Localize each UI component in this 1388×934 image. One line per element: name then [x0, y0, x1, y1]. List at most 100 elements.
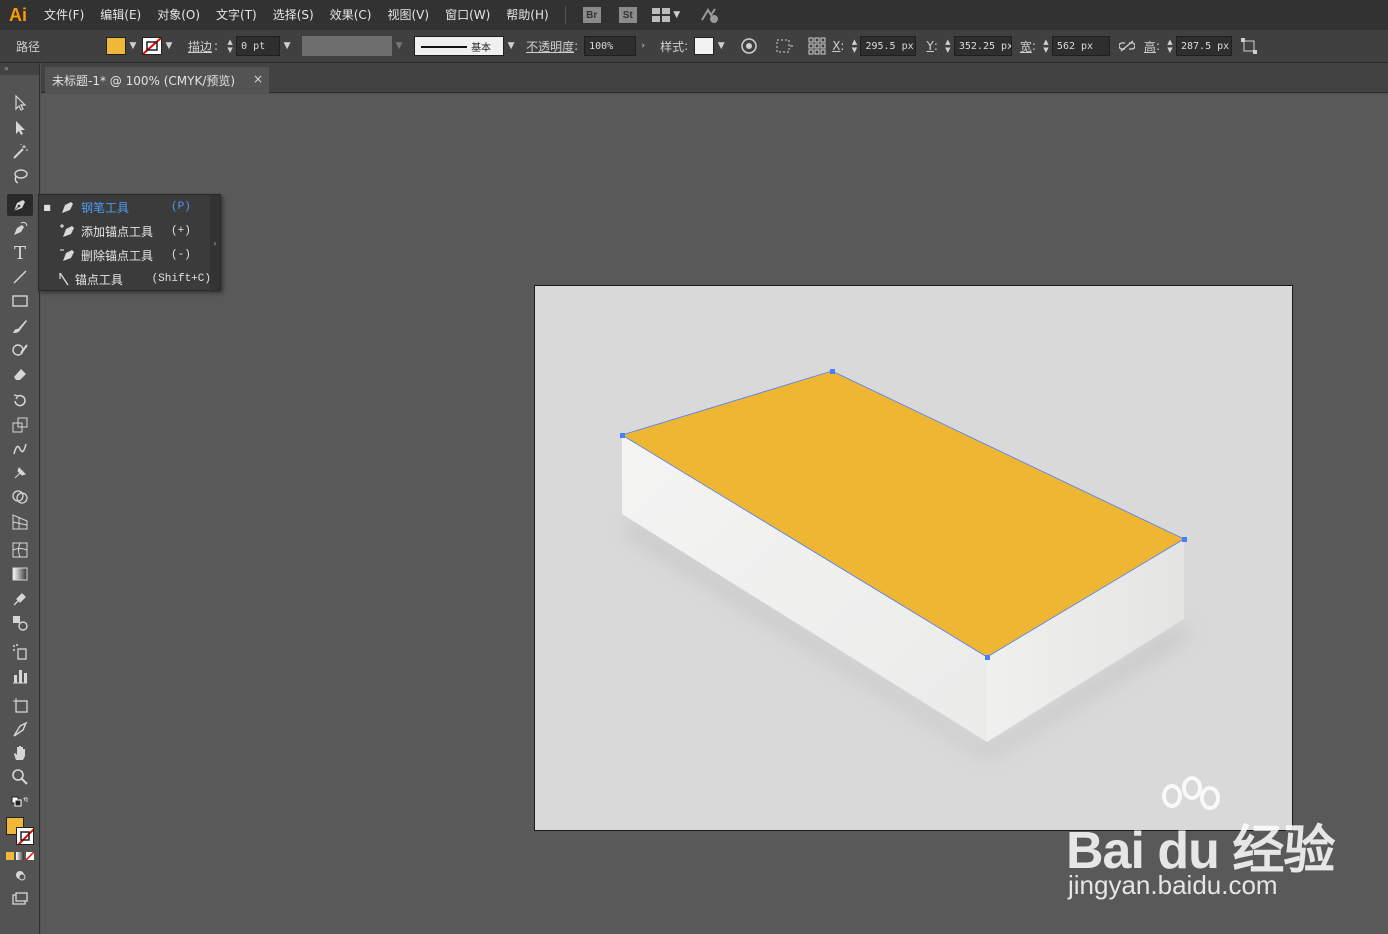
anchor-point[interactable]: [1182, 537, 1187, 542]
menu-select[interactable]: 选择(S): [265, 0, 322, 30]
width-stepper[interactable]: ▲ ▼: [1040, 36, 1052, 56]
height-label[interactable]: 高: [1144, 38, 1156, 55]
type-tool-icon[interactable]: T: [7, 242, 33, 264]
menu-effect[interactable]: 效果(C): [322, 0, 380, 30]
direct-selection-tool-icon[interactable]: [7, 117, 33, 139]
x-label[interactable]: X: [832, 39, 840, 53]
style-dropdown-icon[interactable]: ▼: [714, 37, 728, 55]
opacity-input[interactable]: 100%: [584, 36, 637, 56]
artboard[interactable]: [534, 285, 1293, 831]
height-input[interactable]: 287.5 px: [1175, 36, 1232, 56]
default-colors-icon[interactable]: [7, 795, 33, 811]
opacity-arrow-icon[interactable]: ›: [636, 37, 650, 55]
magic-wand-tool-icon[interactable]: [7, 141, 33, 163]
menu-window[interactable]: 窗口(W): [437, 0, 498, 30]
stroke-swatch[interactable]: [142, 37, 162, 55]
column-graph-tool-icon[interactable]: [7, 665, 33, 687]
mesh-tool-icon[interactable]: [7, 539, 33, 561]
x-input[interactable]: 295.5 px: [860, 36, 917, 56]
lasso-tool-icon[interactable]: [7, 165, 33, 187]
brush-profile-dropdown-icon[interactable]: ▼: [504, 37, 518, 55]
document-tab[interactable]: 未标题-1* @ 100% (CMYK/预览) ×: [45, 67, 269, 93]
puppet-warp-tool-icon[interactable]: [7, 462, 33, 484]
color-mode-buttons[interactable]: [6, 852, 36, 862]
warp-tool-icon[interactable]: [7, 438, 33, 460]
perspective-grid-tool-icon[interactable]: [7, 511, 33, 533]
recolor-artwork-icon[interactable]: [738, 35, 760, 57]
zoom-tool-icon[interactable]: [7, 766, 33, 788]
stroke-weight-stepper[interactable]: ▲ ▼: [224, 36, 236, 56]
tearoff-handle-icon[interactable]: ›: [210, 195, 220, 292]
stroke-weight-input[interactable]: 0 pt: [236, 36, 281, 56]
curvature-tool-icon[interactable]: [7, 218, 33, 240]
stroke-weight-dropdown-icon[interactable]: ▼: [280, 37, 294, 55]
color-mode-icon[interactable]: [6, 852, 14, 860]
panel-collapse-icon[interactable]: »: [0, 63, 39, 75]
y-label[interactable]: Y: [926, 39, 933, 53]
width-input[interactable]: 562 px: [1051, 36, 1110, 56]
bridge-button[interactable]: Br: [582, 7, 601, 23]
menu-file[interactable]: 文件(F): [36, 0, 92, 30]
brush-profile-select[interactable]: 基本: [414, 36, 505, 56]
variable-width-profile[interactable]: [302, 36, 393, 56]
fill-swatch[interactable]: [106, 37, 126, 55]
scale-tool-icon[interactable]: [7, 414, 33, 436]
chevron-down-icon[interactable]: ▼: [670, 6, 684, 24]
artboard-tool-icon[interactable]: [7, 694, 33, 716]
width-label[interactable]: 宽: [1020, 38, 1032, 55]
flyout-item-shortcut: (+): [171, 225, 191, 237]
menu-object[interactable]: 对象(O): [149, 0, 208, 30]
constrain-proportions-icon[interactable]: [1116, 35, 1138, 57]
flyout-item-pen[interactable]: ■ 钢笔工具 (P): [39, 195, 211, 219]
paintbrush-tool-icon[interactable]: [7, 315, 33, 337]
stock-button[interactable]: St: [618, 7, 637, 23]
stroke-dropdown-icon[interactable]: ▼: [162, 37, 176, 55]
flyout-item-anchor-point[interactable]: 锚点工具 (Shift+C): [39, 267, 211, 291]
rotate-tool-icon[interactable]: [7, 390, 33, 412]
variable-width-dropdown-icon[interactable]: ▼: [392, 37, 406, 55]
anchor-point[interactable]: [985, 655, 990, 660]
y-input[interactable]: 352.25 px: [953, 36, 1012, 56]
close-icon[interactable]: ×: [253, 72, 263, 86]
pen-tool-icon[interactable]: [7, 194, 33, 216]
height-stepper[interactable]: ▲ ▼: [1164, 36, 1176, 56]
y-stepper[interactable]: ▲ ▼: [942, 36, 954, 56]
gradient-mode-icon[interactable]: [16, 852, 24, 860]
line-segment-tool-icon[interactable]: [7, 266, 33, 288]
none-mode-icon[interactable]: [26, 852, 34, 860]
menu-type[interactable]: 文字(T): [208, 0, 265, 30]
flyout-item-add-anchor[interactable]: 添加锚点工具 (+): [39, 219, 211, 243]
hand-tool-icon[interactable]: [7, 742, 33, 764]
menu-edit[interactable]: 编辑(E): [92, 0, 149, 30]
workspace-switcher-icon[interactable]: [651, 8, 670, 22]
stroke-label[interactable]: 描边: [188, 38, 212, 55]
x-stepper[interactable]: ▲ ▼: [848, 36, 860, 56]
shape-builder-tool-icon[interactable]: [7, 486, 33, 508]
reference-point-icon[interactable]: [806, 35, 828, 57]
gpu-performance-icon[interactable]: [698, 4, 720, 26]
anchor-point[interactable]: [830, 369, 835, 374]
eyedropper-tool-icon[interactable]: [7, 588, 33, 610]
blend-tool-icon[interactable]: [7, 612, 33, 634]
menu-view[interactable]: 视图(V): [379, 0, 437, 30]
fill-stroke-swatches[interactable]: [6, 817, 36, 847]
opacity-label[interactable]: 不透明度: [526, 38, 574, 55]
transform-icon[interactable]: [1238, 35, 1260, 57]
slice-tool-icon[interactable]: [7, 718, 33, 740]
rectangle-tool-icon[interactable]: [7, 290, 33, 312]
menu-help[interactable]: 帮助(H): [498, 0, 556, 30]
selection-tool-icon[interactable]: [7, 92, 33, 114]
fill-dropdown-icon[interactable]: ▼: [126, 37, 140, 55]
graphic-style-swatch[interactable]: [694, 37, 715, 55]
gradient-tool-icon[interactable]: [7, 563, 33, 585]
eraser-tool-icon[interactable]: [7, 363, 33, 385]
stroke-color-swatch[interactable]: [16, 827, 34, 845]
align-selection-icon[interactable]: [774, 35, 796, 57]
symbol-sprayer-tool-icon[interactable]: [7, 641, 33, 663]
isometric-box-artwork[interactable]: [535, 286, 1294, 832]
screen-mode-icon[interactable]: [7, 888, 33, 910]
anchor-point[interactable]: [620, 433, 625, 438]
flyout-item-delete-anchor[interactable]: 删除锚点工具 (-): [39, 243, 211, 267]
drawing-mode-icon[interactable]: [7, 864, 33, 886]
shaper-tool-icon[interactable]: [7, 339, 33, 361]
